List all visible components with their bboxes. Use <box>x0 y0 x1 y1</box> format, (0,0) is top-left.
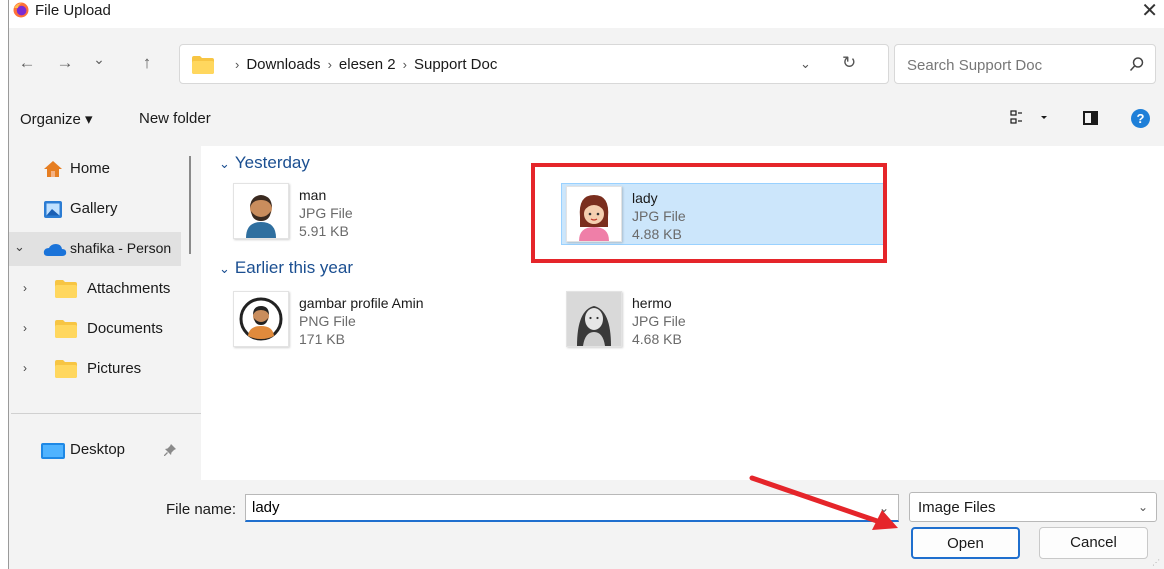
file-size: 5.91 KB <box>299 223 349 239</box>
file-name-label: File name: <box>166 501 237 518</box>
file-item-gambar-profile-amin[interactable]: gambar profile Amin PNG File 171 KB <box>229 289 559 351</box>
search-icon <box>1129 57 1144 72</box>
address-row: ← → ⌄ ↑ › Downloads › elesen 2 › Support Doc … <box>9 44 1164 84</box>
file-name: gambar profile Amin <box>299 295 424 311</box>
breadcrumb-separator: › <box>327 57 332 72</box>
group-title: Yesterday <box>234 153 310 172</box>
file-name: hermo <box>632 295 672 311</box>
file-thumbnail <box>566 291 622 347</box>
file-upload-dialog: File Upload ✕ ← → ⌄ ↑ › Downloads › elesen … <box>8 0 1164 569</box>
sidebar-item-attachments[interactable]: › Attachments <box>9 272 195 306</box>
file-thumbnail <box>233 291 289 347</box>
folder-icon <box>55 320 77 338</box>
desktop-icon <box>41 443 65 459</box>
file-size: 171 KB <box>299 331 345 347</box>
group-header-earlier-this-year[interactable]: ⌄ Earlier this year <box>219 258 353 278</box>
firefox-icon <box>13 2 29 18</box>
photo-portrait-icon <box>567 292 621 346</box>
sidebar-divider <box>11 413 201 414</box>
new-folder-button[interactable]: New folder <box>139 110 211 127</box>
sidebar-item-label: Home <box>70 160 111 177</box>
sidebar-item-label: shafika - Person <box>70 240 172 256</box>
man-avatar-icon <box>246 195 276 238</box>
sidebar-item-documents[interactable]: › Documents <box>9 312 195 346</box>
recent-locations-button[interactable]: ⌄ <box>89 51 109 68</box>
chevron-right-icon[interactable]: › <box>23 281 27 295</box>
folder-icon <box>192 56 214 74</box>
file-thumbnail <box>233 183 289 239</box>
organize-menu[interactable]: Organize ▾ <box>20 110 93 128</box>
pin-icon[interactable] <box>164 444 176 456</box>
breadcrumb-support-doc[interactable]: Support Doc <box>414 56 497 73</box>
file-item-hermo[interactable]: hermo JPG File 4.68 KB <box>562 289 892 351</box>
window-title: File Upload <box>35 2 111 19</box>
command-bar: Organize ▾ New folder ? <box>9 104 1164 134</box>
breadcrumb-elesen-2[interactable]: elesen 2 <box>339 56 396 73</box>
arrow-annotation-icon <box>749 475 898 530</box>
breadcrumb-downloads[interactable]: Downloads <box>246 56 320 73</box>
up-button[interactable]: ↑ <box>137 53 157 73</box>
chevron-down-icon: ⌄ <box>1137 500 1148 514</box>
forward-button[interactable]: → <box>55 53 75 73</box>
onedrive-icon <box>43 244 67 256</box>
file-type: JPG File <box>632 313 686 329</box>
file-size: 4.68 KB <box>632 331 682 347</box>
sidebar-item-desktop[interactable]: Desktop <box>9 433 195 467</box>
breadcrumb-separator: › <box>402 57 407 72</box>
search-input[interactable] <box>905 54 1105 76</box>
file-type-select[interactable]: Image Files ⌄ <box>909 492 1157 522</box>
chevron-right-icon[interactable]: › <box>23 321 27 335</box>
sidebar-item-home[interactable]: Home <box>9 152 195 186</box>
file-type: JPG File <box>299 205 353 221</box>
dialog-footer: File name: ⌄ Image Files ⌄ Open Cancel ⋰ <box>9 480 1164 569</box>
change-view-icon[interactable] <box>1009 108 1055 128</box>
folder-icon <box>55 280 77 298</box>
folder-icon <box>55 360 77 378</box>
cancel-button[interactable]: Cancel <box>1039 527 1148 559</box>
sidebar-item-gallery[interactable]: Gallery <box>9 192 195 226</box>
open-button[interactable]: Open <box>911 527 1020 559</box>
chevron-down-icon: ⌄ <box>219 261 230 276</box>
sidebar-item-label: Attachments <box>87 280 171 297</box>
highlight-box-annotation <box>531 163 887 263</box>
sidebar-item-pictures[interactable]: › Pictures <box>9 352 195 386</box>
address-dropdown-button[interactable]: ⌄ <box>800 56 811 72</box>
home-icon <box>44 161 62 177</box>
navigation-pane: Home Gallery ⌄ shafika - Person › Attach… <box>9 146 201 480</box>
sidebar-item-label: Documents <box>87 320 163 337</box>
search-box <box>894 44 1156 84</box>
breadcrumb-separator: › <box>235 57 240 72</box>
chevron-right-icon[interactable]: › <box>23 361 27 375</box>
sidebar-item-label: Desktop <box>70 441 126 458</box>
help-icon[interactable]: ? <box>1131 109 1150 128</box>
group-header-yesterday[interactable]: ⌄ Yesterday <box>219 153 310 173</box>
file-name: man <box>299 187 327 203</box>
breadcrumb: › Downloads › elesen 2 › Support Doc <box>228 56 497 73</box>
chevron-down-icon[interactable]: ⌄ <box>14 239 25 255</box>
sidebar-item-onedrive[interactable]: ⌄ shafika - Person <box>9 232 181 266</box>
gallery-icon <box>44 201 62 218</box>
group-title: Earlier this year <box>234 258 354 277</box>
resize-grip[interactable]: ⋰ <box>1152 558 1160 567</box>
file-type-value: Image Files <box>918 499 996 516</box>
navigation-scrollbar[interactable] <box>189 156 191 254</box>
title-bar: File Upload ✕ <box>9 0 1164 28</box>
file-type: PNG File <box>299 313 356 329</box>
refresh-button[interactable]: ↻ <box>842 53 856 73</box>
sidebar-item-label: Pictures <box>87 360 142 377</box>
file-item-man[interactable]: man JPG File 5.91 KB <box>229 181 559 243</box>
sidebar-item-label: Gallery <box>70 200 118 217</box>
preview-pane-icon[interactable] <box>1083 111 1098 125</box>
profile-avatar-icon <box>239 297 283 341</box>
close-button[interactable]: ✕ <box>1141 0 1158 23</box>
address-bar[interactable]: › Downloads › elesen 2 › Support Doc ⌄ ↻ <box>179 44 889 84</box>
back-button[interactable]: ← <box>17 53 37 73</box>
chevron-down-icon: ⌄ <box>219 156 230 171</box>
